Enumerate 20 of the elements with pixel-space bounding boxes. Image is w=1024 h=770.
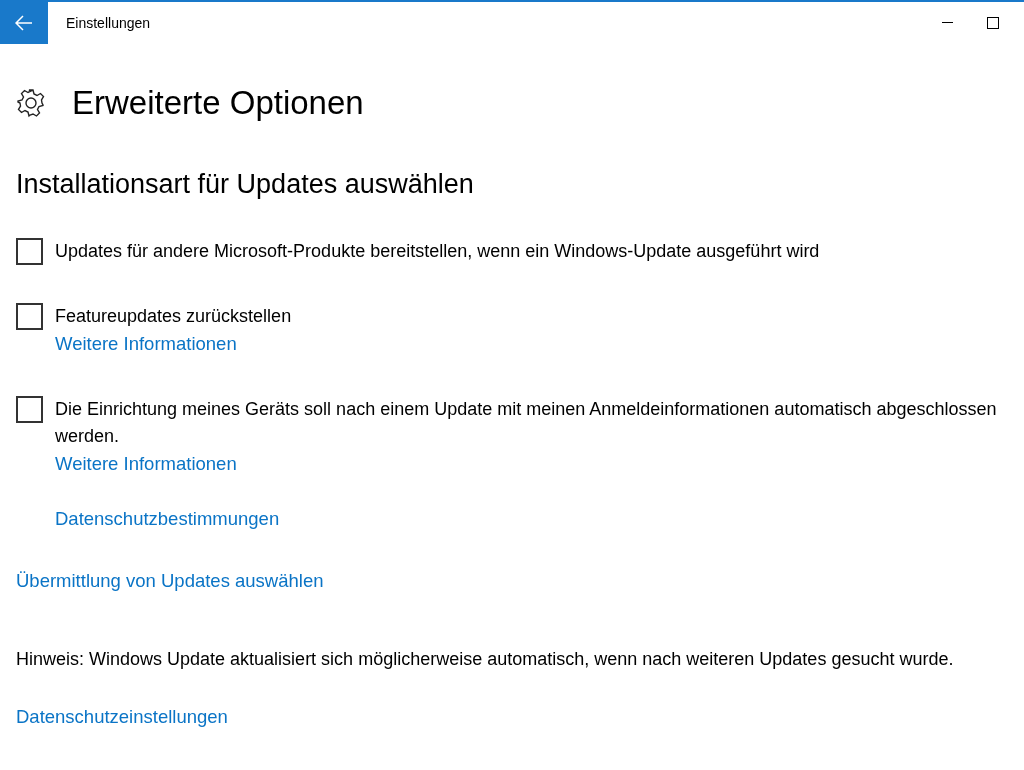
minimize-icon	[941, 22, 953, 24]
page-title: Erweiterte Optionen	[72, 83, 364, 123]
delivery-link[interactable]: Übermittlung von Updates auswählen	[16, 570, 324, 592]
option-label: Updates für andere Microsoft-Produkte bereitstellen, wenn ein Windows-Update ausgeführt wird	[55, 239, 820, 263]
section-heading: Installationsart für Updates auswählen	[16, 167, 475, 200]
option-label: Featureupdates zurückstellen	[55, 304, 292, 328]
back-arrow-icon	[15, 15, 33, 31]
checkbox[interactable]	[16, 302, 43, 330]
note-text: Hinweis: Windows Update aktualisiert sich möglicherweise automatisch, wenn nach weiteren Updates gesucht wurde.	[16, 647, 955, 671]
checkbox[interactable]	[16, 237, 43, 265]
privacy-link[interactable]: Datenschutzbestimmungen	[55, 508, 280, 530]
maximize-icon	[987, 17, 999, 29]
checkbox[interactable]	[16, 395, 43, 423]
privacy-settings-link[interactable]: Datenschutzeinstellungen	[16, 705, 228, 727]
more-info-link[interactable]: Weitere Informationen	[55, 332, 237, 354]
more-info-link[interactable]: Weitere Informationen	[55, 452, 237, 474]
option-label: Die Einrichtung meines Geräts soll nach einem Update mit meinen Anmeldeinformationen automatisch abgeschlossen werden.	[55, 397, 998, 448]
back-button[interactable]	[0, 2, 48, 44]
settings-icon	[16, 87, 46, 118]
window-title: Einstellungen	[66, 13, 151, 33]
